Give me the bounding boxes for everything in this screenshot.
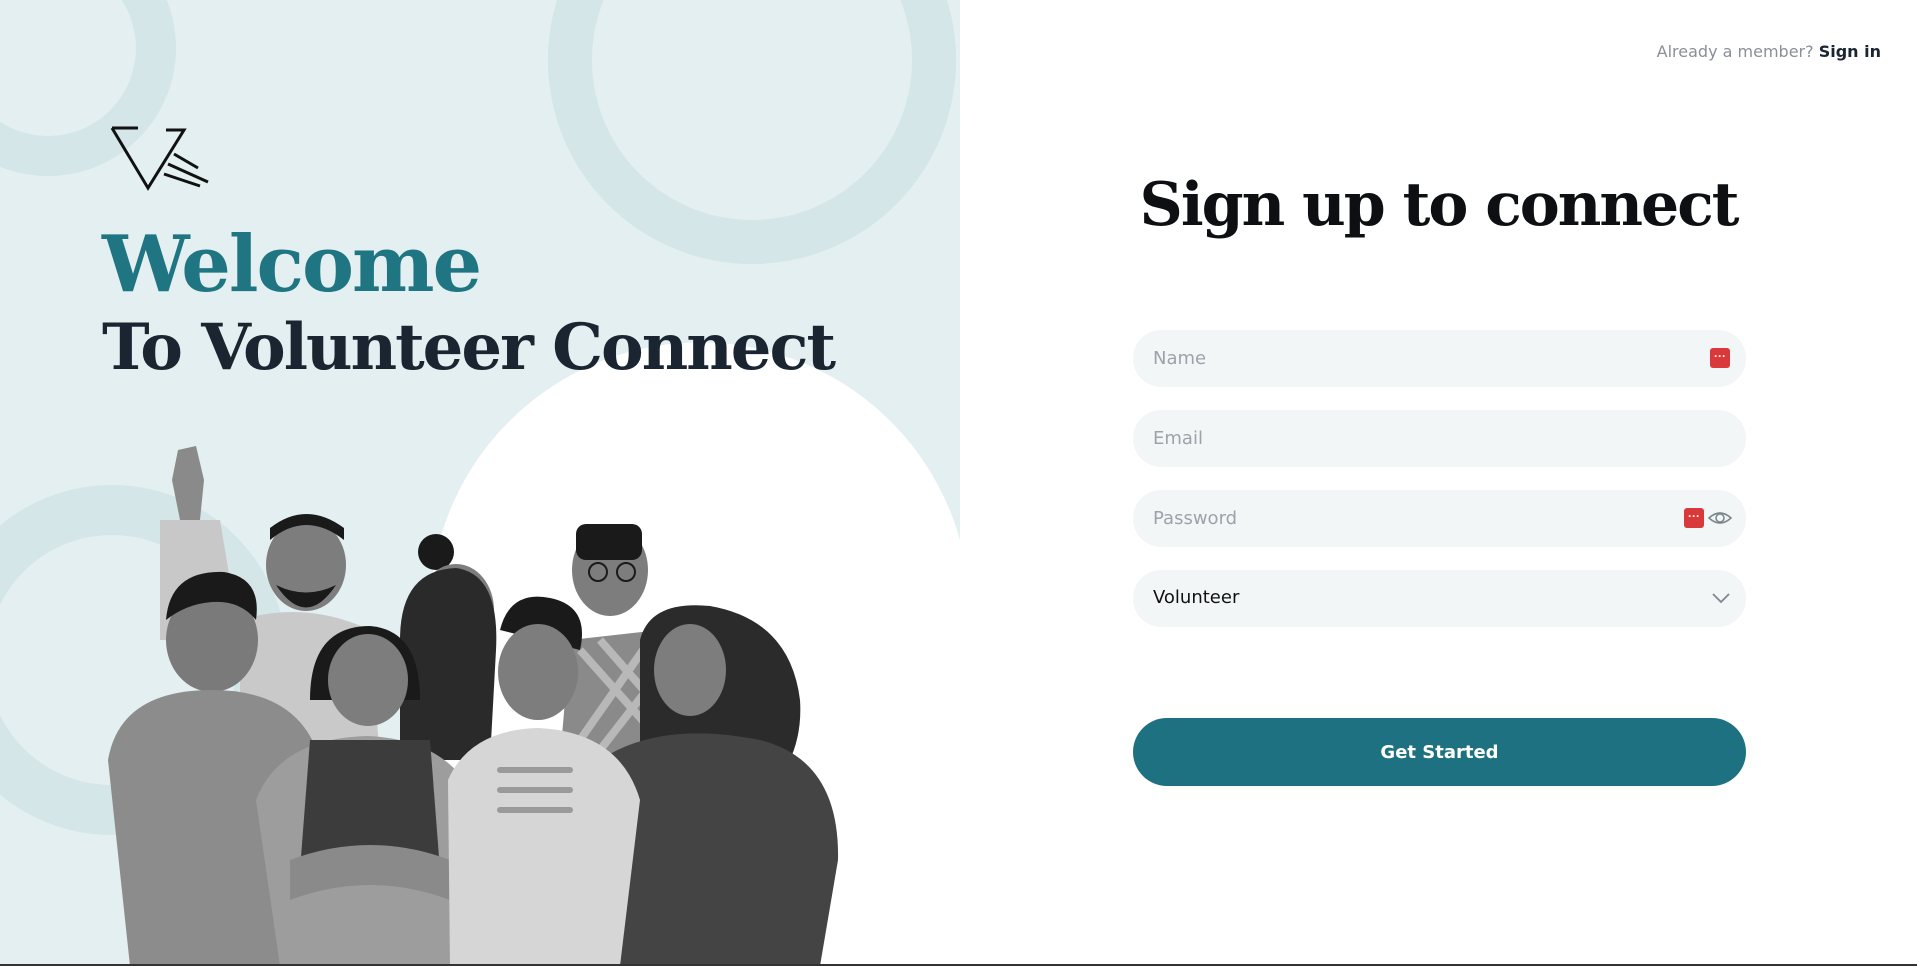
- password-field-wrapper: ···: [1133, 490, 1746, 547]
- email-input[interactable]: [1133, 410, 1746, 467]
- member-text: Already a member?: [1656, 42, 1814, 61]
- password-manager-icon[interactable]: ···: [1684, 508, 1704, 528]
- signup-panel: Already a member? Sign in Sign up to con…: [960, 0, 1917, 966]
- email-field-wrapper: [1133, 410, 1746, 467]
- role-select[interactable]: Volunteer: [1133, 570, 1746, 627]
- name-field-wrapper: ···: [1133, 330, 1746, 387]
- password-manager-icon[interactable]: ···: [1710, 348, 1730, 368]
- role-select-value: Volunteer: [1153, 587, 1240, 608]
- member-prompt: Already a member? Sign in: [1657, 42, 1881, 61]
- password-input[interactable]: [1133, 490, 1746, 547]
- get-started-button[interactable]: Get Started: [1133, 718, 1746, 786]
- chevron-down-icon: [1712, 593, 1730, 604]
- name-input[interactable]: [1133, 330, 1746, 387]
- signin-link[interactable]: Sign in: [1819, 42, 1881, 61]
- volunteers-illustration: [108, 446, 839, 966]
- signup-heading: Sign up to connect: [1139, 170, 1740, 240]
- eye-icon[interactable]: [1708, 508, 1732, 528]
- welcome-panel: Welcome To Volunteer Connect: [0, 0, 960, 966]
